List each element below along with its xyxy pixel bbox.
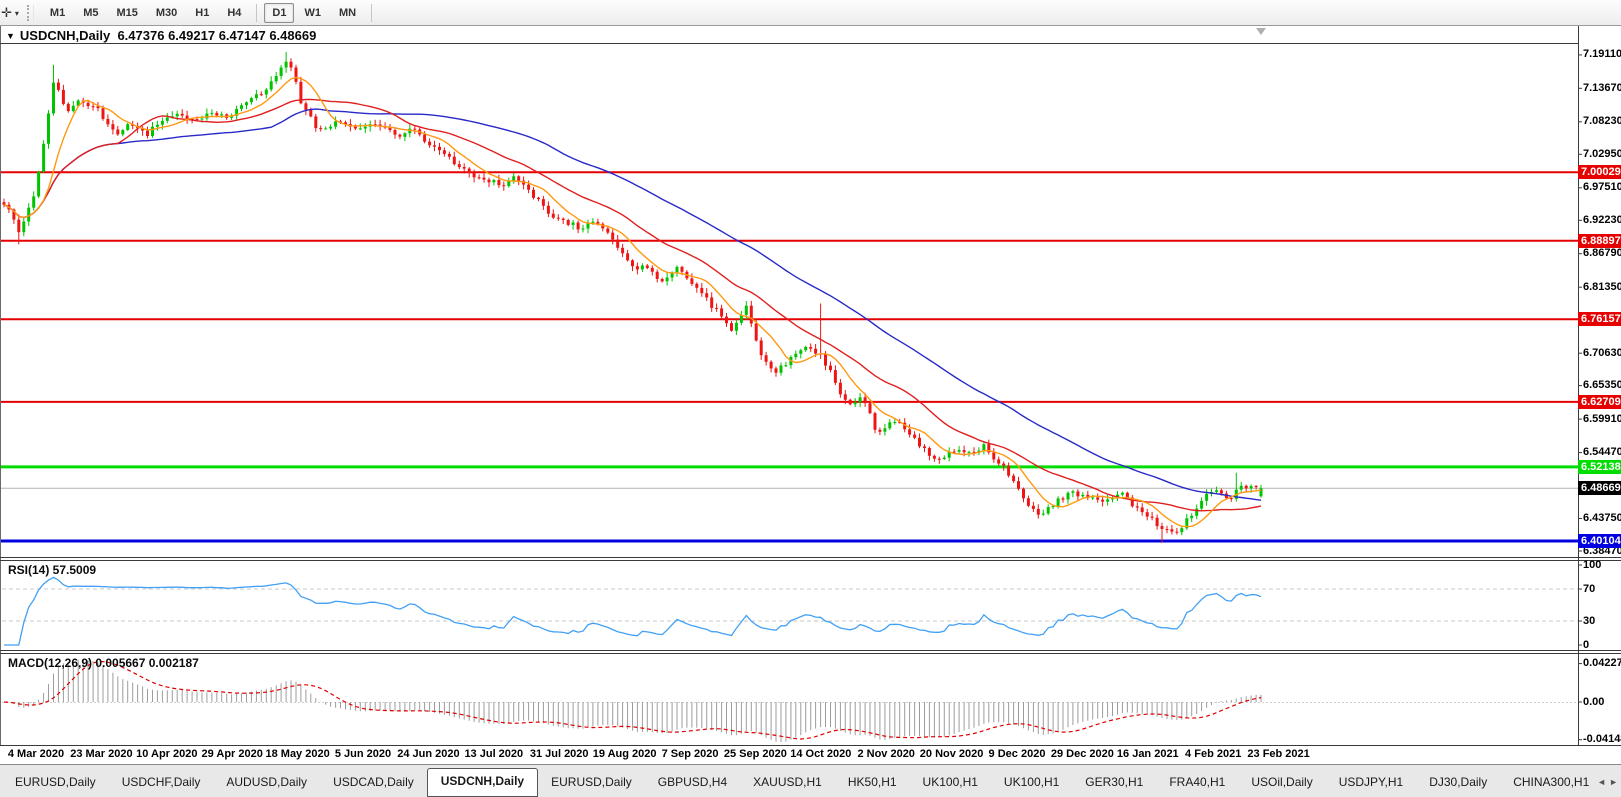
price-line-label: 6.62709 bbox=[1578, 395, 1621, 409]
chart-tab-usdjpy-h1[interactable]: USDJPY,H1 bbox=[1326, 769, 1416, 795]
price-line-label: 7.00029 bbox=[1578, 165, 1621, 179]
timeframe-button-h4[interactable]: H4 bbox=[219, 3, 249, 23]
timeframe-button-d1[interactable]: D1 bbox=[264, 3, 294, 23]
macd-splitter[interactable] bbox=[0, 648, 1621, 655]
chart-tab-ger30-h1[interactable]: GER30,H1 bbox=[1072, 769, 1156, 795]
date-tick-label: 29 Apr 2020 bbox=[202, 748, 263, 760]
cursor-tool-icon: ✛ bbox=[1, 6, 12, 19]
chart-tab-hk50-h1[interactable]: HK50,H1 bbox=[835, 769, 910, 795]
price-line-label: 6.76157 bbox=[1578, 312, 1621, 326]
price-line-label: 6.52138 bbox=[1578, 460, 1621, 474]
date-tick-label: 7 Sep 2020 bbox=[662, 748, 719, 760]
mt4-window: ✛ ▾ M1M5M15M30H1H4 D1W1MN ▼ USDCNH,Daily 6… bbox=[0, 0, 1621, 797]
time-axis[interactable]: 4 Mar 2020 23 Mar 2020 10 Apr 2020 29 Apr 2… bbox=[0, 746, 1621, 763]
price-tick-label: 6.86790 bbox=[1583, 247, 1621, 260]
date-tick-label: 31 Jul 2020 bbox=[530, 748, 589, 760]
chart-tabs: EURUSD,DailyUSDCHF,DailyAUDUSD,DailyUSDC… bbox=[2, 765, 1597, 797]
price-tick-label: 6.92230 bbox=[1583, 214, 1621, 227]
chart-tab-usdcnh-daily[interactable]: USDCNH,Daily bbox=[427, 768, 538, 797]
chart-tab-uk100-h1[interactable]: UK100,H1 bbox=[910, 769, 991, 795]
price-tick-label: 7.02950 bbox=[1583, 148, 1621, 161]
date-tick-label: 13 Jul 2020 bbox=[464, 748, 523, 760]
ohlc-low: 6.47147 bbox=[219, 28, 266, 43]
price-line-label: 6.48669 bbox=[1578, 481, 1621, 495]
macd-tick-label: 0.042275 bbox=[1583, 657, 1621, 670]
price-tick-label: 6.97510 bbox=[1583, 181, 1621, 194]
date-tick-label: 20 Nov 2020 bbox=[920, 748, 984, 760]
ohlc-high: 6.49217 bbox=[168, 28, 215, 43]
timeframe-buttons: M1M5M15M30H1H4 D1W1MN bbox=[41, 3, 378, 23]
ohlc-open: 6.47376 bbox=[117, 28, 164, 43]
date-tick-label: 5 Jun 2020 bbox=[335, 748, 391, 760]
date-tick-label: 14 Oct 2020 bbox=[790, 748, 851, 760]
timeframe-button-w1[interactable]: W1 bbox=[296, 3, 329, 23]
toolbar-separator bbox=[371, 4, 372, 22]
timeframe-button-m30[interactable]: M30 bbox=[148, 3, 185, 23]
date-tick-label: 19 Aug 2020 bbox=[593, 748, 657, 760]
chart-tab-bar: EURUSD,DailyUSDCHF,DailyAUDUSD,DailyUSDC… bbox=[0, 764, 1621, 797]
chart-tab-dj30-daily[interactable]: DJ30,Daily bbox=[1416, 769, 1500, 795]
chart-tab-uk100-h1[interactable]: UK100,H1 bbox=[991, 769, 1072, 795]
chart-collapse-icon[interactable]: ▼ bbox=[6, 31, 15, 41]
date-tick-label: 23 Mar 2020 bbox=[70, 748, 132, 760]
price-tick-label: 7.08230 bbox=[1583, 115, 1621, 128]
timeframe-button-h1[interactable]: H1 bbox=[187, 3, 217, 23]
date-tick-label: 23 Feb 2021 bbox=[1247, 748, 1309, 760]
tab-scroll-left-icon[interactable]: ◄ bbox=[1597, 777, 1606, 787]
chart-tab-china300-h1[interactable]: CHINA300,H1 bbox=[1500, 769, 1597, 795]
chart-tab-audusd-daily[interactable]: AUDUSD,Daily bbox=[213, 769, 320, 795]
chart-canvas[interactable] bbox=[0, 0, 1621, 797]
timeframe-button-m5[interactable]: M5 bbox=[75, 3, 106, 23]
price-line-label: 6.40104 bbox=[1578, 534, 1621, 548]
date-tick-label: 24 Jun 2020 bbox=[397, 748, 459, 760]
price-tick-label: 7.13670 bbox=[1583, 82, 1621, 95]
rsi-splitter[interactable] bbox=[0, 555, 1621, 562]
date-tick-label: 16 Jan 2021 bbox=[1117, 748, 1179, 760]
date-tick-label: 9 Dec 2020 bbox=[989, 748, 1046, 760]
price-line-label: 6.88897 bbox=[1578, 234, 1621, 248]
chart-tab-eurusd-daily[interactable]: EURUSD,Daily bbox=[2, 769, 109, 795]
chart-tab-xauusd-h1[interactable]: XAUUSD,H1 bbox=[740, 769, 835, 795]
timeframe-button-m1[interactable]: M1 bbox=[42, 3, 73, 23]
timeframe-button-m15[interactable]: M15 bbox=[108, 3, 145, 23]
chart-tab-fra40-h1[interactable]: FRA40,H1 bbox=[1156, 769, 1238, 795]
toolbar: ✛ ▾ M1M5M15M30H1H4 D1W1MN bbox=[0, 0, 1621, 26]
date-tick-label: 2 Nov 2020 bbox=[857, 748, 914, 760]
chevron-down-icon: ▾ bbox=[15, 9, 19, 18]
chart-tab-gbpusd-h4[interactable]: GBPUSD,H4 bbox=[645, 769, 740, 795]
chart-tab-eurusd-daily[interactable]: EURUSD,Daily bbox=[538, 769, 645, 795]
chart-tab-usoil-daily[interactable]: USOil,Daily bbox=[1238, 769, 1325, 795]
chart-symbol-label: USDCNH,Daily bbox=[20, 28, 110, 43]
chart-tab-usdcad-daily[interactable]: USDCAD,Daily bbox=[320, 769, 427, 795]
tab-scroll-right-icon[interactable]: ► bbox=[1609, 777, 1618, 787]
tab-scroll-buttons: ◄ ► bbox=[1595, 765, 1621, 797]
date-tick-label: 4 Feb 2021 bbox=[1185, 748, 1241, 760]
cursor-tool-button[interactable]: ✛ ▾ bbox=[1, 6, 19, 19]
rsi-label: RSI(14) 57.5009 bbox=[8, 563, 96, 577]
date-tick-label: 10 Apr 2020 bbox=[136, 748, 197, 760]
date-tick-label: 25 Sep 2020 bbox=[724, 748, 787, 760]
chart-title: ▼ USDCNH,Daily 6.47376 6.49217 6.47147 6.… bbox=[6, 28, 316, 43]
price-tick-label: 7.19110 bbox=[1583, 48, 1621, 61]
toolbar-separator bbox=[256, 4, 257, 22]
ohlc-close: 6.48669 bbox=[269, 28, 316, 43]
price-axis[interactable]: 7.19110 7.13670 7.08230 7.02950 6.97510 6.922… bbox=[1578, 26, 1621, 746]
timeframe-button-mn[interactable]: MN bbox=[331, 3, 364, 23]
rsi-tick-label: 30 bbox=[1583, 615, 1621, 628]
price-tick-label: 6.81350 bbox=[1583, 281, 1621, 294]
price-tick-label: 6.70630 bbox=[1583, 347, 1621, 360]
macd-label: MACD(12,26,9) 0.005667 0.002187 bbox=[8, 656, 199, 670]
price-tick-label: 6.65350 bbox=[1583, 379, 1621, 392]
date-tick-label: 18 May 2020 bbox=[265, 748, 329, 760]
macd-tick-label: 0.00 bbox=[1583, 696, 1621, 709]
price-tick-label: 6.43750 bbox=[1583, 512, 1621, 525]
toolbar-drag-handle[interactable] bbox=[27, 5, 34, 21]
macd-tick-label: -0.04148 bbox=[1583, 733, 1621, 746]
rsi-tick-label: 70 bbox=[1583, 583, 1621, 596]
date-tick-label: 4 Mar 2020 bbox=[8, 748, 64, 760]
price-tick-label: 6.59910 bbox=[1583, 413, 1621, 426]
date-tick-label: 29 Dec 2020 bbox=[1051, 748, 1114, 760]
chart-tab-usdchf-daily[interactable]: USDCHF,Daily bbox=[109, 769, 214, 795]
price-tick-label: 6.54470 bbox=[1583, 446, 1621, 459]
